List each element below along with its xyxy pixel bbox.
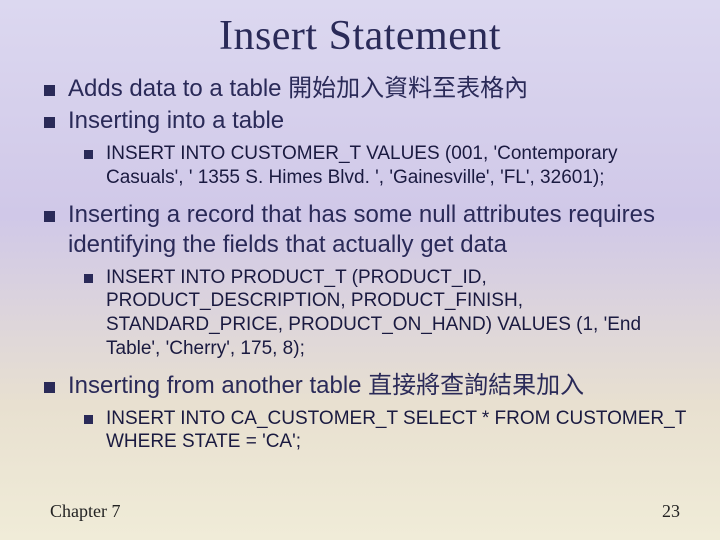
bullet-adds-data: Adds data to a table 開始加入資料至表格內 [44, 74, 688, 104]
footer-chapter: Chapter 7 [50, 501, 120, 522]
footer-page-number: 23 [662, 501, 680, 522]
bullet-inserting-from-table: Inserting from another table 直接將查詢結果加入 [44, 371, 688, 401]
bullet-null-attributes: Inserting a record that has some null at… [44, 200, 688, 260]
slide: Insert Statement Adds data to a table 開始… [0, 0, 720, 540]
slide-title: Insert Statement [0, 12, 720, 60]
bullet-insert-product-sql: INSERT INTO PRODUCT_T (PRODUCT_ID, PRODU… [84, 266, 688, 361]
bullet-inserting-table: Inserting into a table [44, 106, 688, 136]
bullet-insert-ca-customer-sql: INSERT INTO CA_CUSTOMER_T SELECT * FROM … [84, 407, 688, 455]
slide-content: Adds data to a table 開始加入資料至表格內 Insertin… [0, 74, 720, 454]
bullet-insert-customer-sql: INSERT INTO CUSTOMER_T VALUES (001, 'Con… [84, 142, 688, 190]
